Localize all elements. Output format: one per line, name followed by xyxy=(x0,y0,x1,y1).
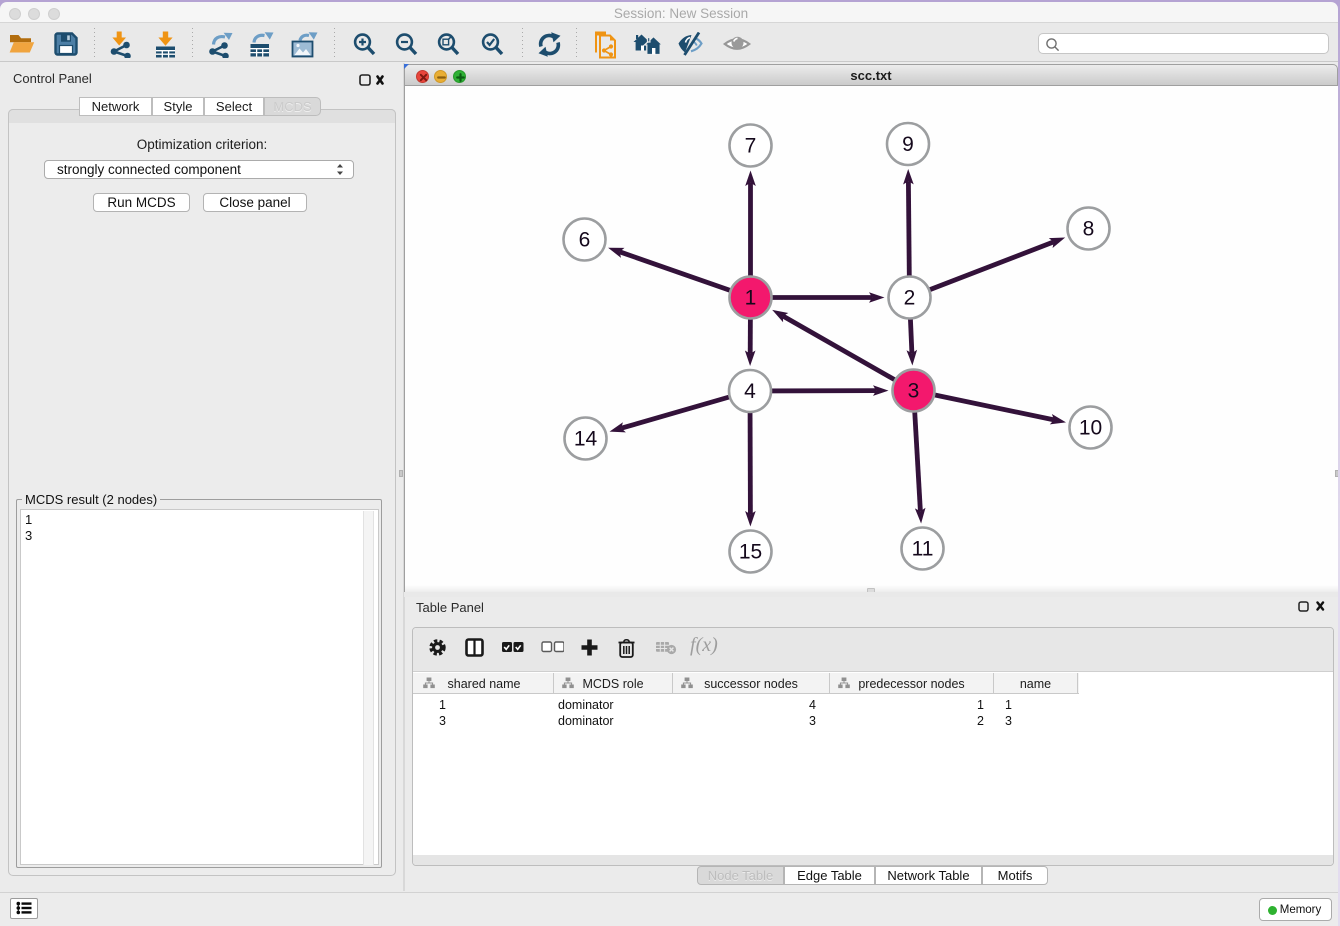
svg-text:2: 2 xyxy=(904,287,916,310)
svg-text:7: 7 xyxy=(745,135,757,158)
svg-text:15: 15 xyxy=(739,541,762,564)
svg-text:1: 1 xyxy=(745,287,757,310)
svg-text:8: 8 xyxy=(1083,218,1095,241)
svg-text:4: 4 xyxy=(744,380,756,403)
svg-text:6: 6 xyxy=(579,229,591,252)
svg-text:14: 14 xyxy=(574,428,598,451)
svg-text:9: 9 xyxy=(902,133,914,156)
svg-text:10: 10 xyxy=(1079,417,1102,440)
svg-text:11: 11 xyxy=(912,538,934,561)
svg-text:3: 3 xyxy=(908,380,920,403)
